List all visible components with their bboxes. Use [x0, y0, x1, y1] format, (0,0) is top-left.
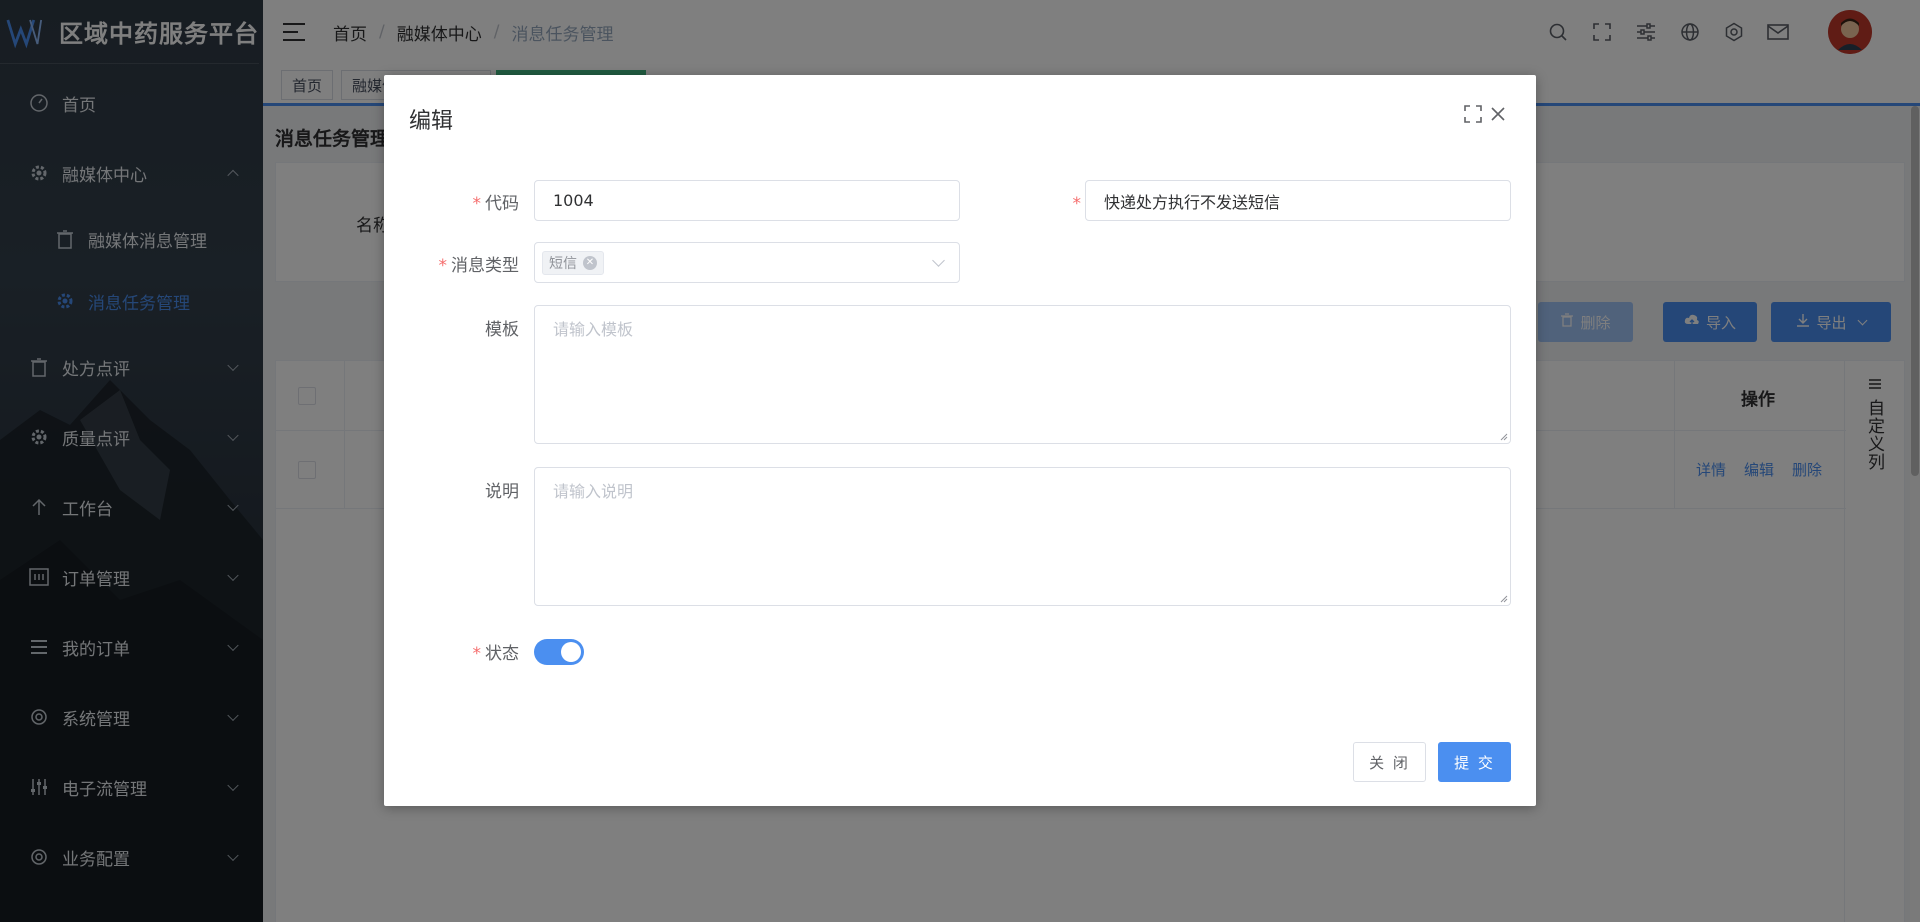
resize-handle-icon[interactable]	[1498, 593, 1508, 603]
code-label: * 代码	[384, 189, 520, 214]
code-input[interactable]: 1004	[534, 180, 960, 221]
status-label-text: 状态	[485, 644, 519, 664]
close-icon[interactable]	[1490, 106, 1506, 126]
description-placeholder: 请输入说明	[553, 482, 634, 501]
dialog-title: 编辑	[409, 109, 454, 134]
description-label-text: 说明	[485, 482, 519, 502]
code-value: 1004	[553, 191, 594, 210]
chevron-down-icon	[932, 254, 945, 267]
message-type-select[interactable]: 短信 ✕	[534, 242, 960, 283]
submit-button[interactable]: 提 交	[1438, 742, 1511, 782]
fullscreen-icon[interactable]	[1464, 105, 1482, 127]
name-input[interactable]: 快递处方执行不发送短信	[1085, 180, 1511, 221]
template-textarea[interactable]: 请输入模板	[534, 305, 1511, 444]
required-mark: *	[472, 644, 482, 664]
name-value: 快递处方执行不发送短信	[1104, 192, 1281, 212]
message-type-label: * 消息类型	[384, 251, 520, 276]
resize-handle-icon[interactable]	[1498, 431, 1508, 441]
code-label-text: 代码	[485, 194, 519, 214]
template-placeholder: 请输入模板	[553, 320, 634, 339]
switch-knob	[561, 642, 581, 662]
edit-dialog: 编辑 *代码 1004 *名称 快递处方执行不发送短信 *消息类型 短信 ✕ 模…	[384, 75, 1536, 806]
template-label-text: 模板	[485, 320, 519, 340]
tag-remove-icon[interactable]: ✕	[583, 255, 597, 270]
description-textarea[interactable]: 请输入说明	[534, 467, 1511, 606]
status-label: * 状态	[384, 639, 520, 664]
required-mark: *	[438, 256, 448, 276]
dialog-header-actions	[1464, 105, 1506, 127]
required-mark: *	[472, 194, 482, 214]
message-type-label-text: 消息类型	[451, 256, 519, 276]
close-button[interactable]: 关 闭	[1353, 742, 1426, 782]
status-switch[interactable]	[534, 639, 584, 665]
selected-tag-label: 短信	[549, 255, 577, 272]
required-mark: *	[1072, 194, 1082, 214]
template-label: 模板	[384, 315, 519, 340]
selected-tag-sms: 短信 ✕	[542, 250, 604, 275]
description-label: 说明	[384, 477, 519, 502]
